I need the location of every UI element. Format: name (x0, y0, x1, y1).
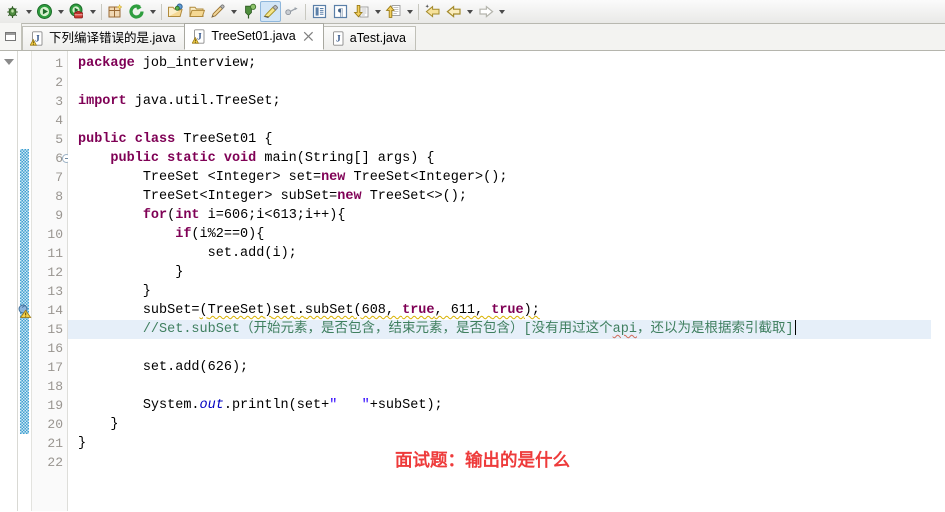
java-file-warning-icon: J (192, 29, 205, 44)
annotation-ruler[interactable] (18, 51, 32, 511)
tab-1[interactable]: J TreeSet01.java (184, 23, 324, 50)
open-type-icon[interactable] (165, 1, 186, 23)
code-line: if(i%2==0){ (175, 227, 265, 242)
code-line: //Set.subSet（开始元素，是否包含，结束元素，是否包含）[没有用过这个… (142, 320, 796, 337)
tab-2[interactable]: J aTest.java (322, 26, 416, 50)
run-external-tools-icon[interactable] (66, 1, 87, 23)
editor-left-ruler (0, 51, 18, 511)
code-line: TreeSet <Integer> set=new TreeSet<Intege… (142, 170, 508, 185)
previous-annotation-dropdown-arrow[interactable] (404, 1, 415, 23)
restore-view-button[interactable] (0, 23, 22, 50)
line-number: 13 (47, 284, 63, 299)
main-toolbar: ¶ (0, 0, 945, 24)
previous-annotation-icon[interactable] (383, 1, 404, 23)
new-package-icon[interactable] (105, 1, 126, 23)
last-edit-location-icon[interactable] (422, 1, 443, 23)
code-line: public static void main(String[] args) { (110, 151, 435, 166)
toolbar-separator (418, 3, 419, 20)
debug-icon[interactable] (2, 1, 23, 23)
tab-0[interactable]: J 下列编译错误的是.java (22, 26, 186, 50)
change-bar (20, 149, 29, 434)
open-resource-icon[interactable] (186, 1, 207, 23)
refresh-icon[interactable] (126, 1, 147, 23)
back-dropdown-arrow[interactable] (464, 1, 475, 23)
forward-icon[interactable] (475, 1, 496, 23)
eclipse-ide-window: ¶ J 下列编译错误的是.java J TreeSet01.java J aTe… (0, 0, 945, 512)
toolbar-separator (101, 3, 102, 20)
java-file-warning-icon: J (30, 31, 43, 46)
line-number: 1 (55, 56, 63, 71)
line-number: 15 (47, 322, 63, 337)
back-icon[interactable] (443, 1, 464, 23)
refresh-dropdown-arrow[interactable] (147, 1, 158, 23)
next-annotation-dropdown-arrow[interactable] (372, 1, 383, 23)
text-cursor (794, 320, 796, 335)
close-icon[interactable] (303, 31, 314, 42)
restore-window-icon (5, 32, 16, 41)
line-number: 12 (47, 265, 63, 280)
code-line: import java.util.TreeSet; (78, 94, 281, 109)
code-line: } (78, 265, 184, 280)
line-number: 18 (47, 379, 63, 394)
line-number: 7 (55, 170, 63, 185)
code-line: TreeSet<Integer> subSet=new TreeSet<>(); (142, 189, 467, 204)
line-number: 14 (47, 303, 63, 318)
line-number: 11 (47, 246, 63, 261)
interview-question-annotation: 面试题：输出的是什么 (395, 451, 570, 471)
code-line: subSet=(TreeSet)set.subSet(608, true, 61… (142, 303, 540, 318)
debug-dropdown-arrow[interactable] (23, 1, 34, 23)
toolbar-separator (305, 3, 306, 20)
line-number: 21 (47, 436, 63, 451)
code-line: public class TreeSet01 { (78, 132, 273, 147)
external-tools-dropdown-arrow[interactable] (87, 1, 98, 23)
tab-label: TreeSet01.java (211, 29, 296, 44)
code-line: } (78, 417, 119, 432)
collapse-triangle-icon[interactable] (4, 59, 14, 65)
line-number: 17 (47, 360, 63, 375)
java-file-icon: J (332, 31, 344, 46)
line-number: 8 (55, 189, 63, 204)
run-dropdown-arrow[interactable] (55, 1, 66, 23)
link-icon[interactable] (281, 1, 302, 23)
highlight-marker-icon[interactable] (260, 1, 281, 22)
line-number: 20 (47, 417, 63, 432)
search-pin-icon[interactable] (239, 1, 260, 23)
line-number: 2 (55, 75, 63, 90)
line-number: 5 (55, 132, 63, 147)
code-line: package job_interview; (78, 56, 257, 71)
line-number: 10 (47, 227, 63, 242)
code-line: set.add(i); (207, 246, 297, 261)
svg-text:J: J (336, 34, 341, 44)
svg-text:J: J (35, 34, 40, 44)
pencil-icon[interactable] (207, 1, 228, 23)
code-line: System.out.println(set+" "+subSet); (142, 398, 443, 413)
code-editor[interactable]: 1 2 3 4 5 6 7 8 9 10 11 12 13 14 15 16 17 18 19 20 21 22 pack… (0, 51, 945, 511)
toolbar-separator (161, 3, 162, 20)
svg-text:¶: ¶ (338, 6, 343, 18)
forward-dropdown-arrow[interactable] (496, 1, 507, 23)
pencil-dropdown-arrow[interactable] (228, 1, 239, 23)
next-annotation-icon[interactable] (351, 1, 372, 23)
toggle-block-selection-icon[interactable] (309, 1, 330, 23)
code-text-area[interactable]: package job_interview;import java.util.T… (68, 51, 945, 511)
line-number-gutter: 1 2 3 4 5 6 7 8 9 10 11 12 13 14 15 16 17 18 19 20 21 22 (32, 51, 71, 511)
show-whitespace-icon[interactable]: ¶ (330, 1, 351, 23)
code-line: set.add(626); (142, 360, 249, 375)
line-number: 3 (55, 94, 63, 109)
code-line: for(int i=606;i<613;i++){ (142, 208, 346, 223)
warning-marker-icon[interactable] (18, 303, 32, 318)
line-number: 4 (55, 113, 63, 128)
code-line: } (78, 284, 151, 299)
editor-tab-bar: J 下列编译错误的是.java J TreeSet01.java J aTest… (0, 23, 945, 51)
line-number: 16 (47, 341, 63, 356)
line-number: 22 (47, 455, 63, 470)
tab-label: 下列编译错误的是.java (49, 31, 176, 46)
svg-text:J: J (198, 32, 203, 42)
line-number: 9 (55, 208, 63, 223)
line-number: 19 (47, 398, 63, 413)
run-icon[interactable] (34, 1, 55, 23)
overview-ruler[interactable] (931, 51, 945, 511)
tab-label: aTest.java (349, 31, 406, 46)
code-line: } (78, 436, 87, 451)
